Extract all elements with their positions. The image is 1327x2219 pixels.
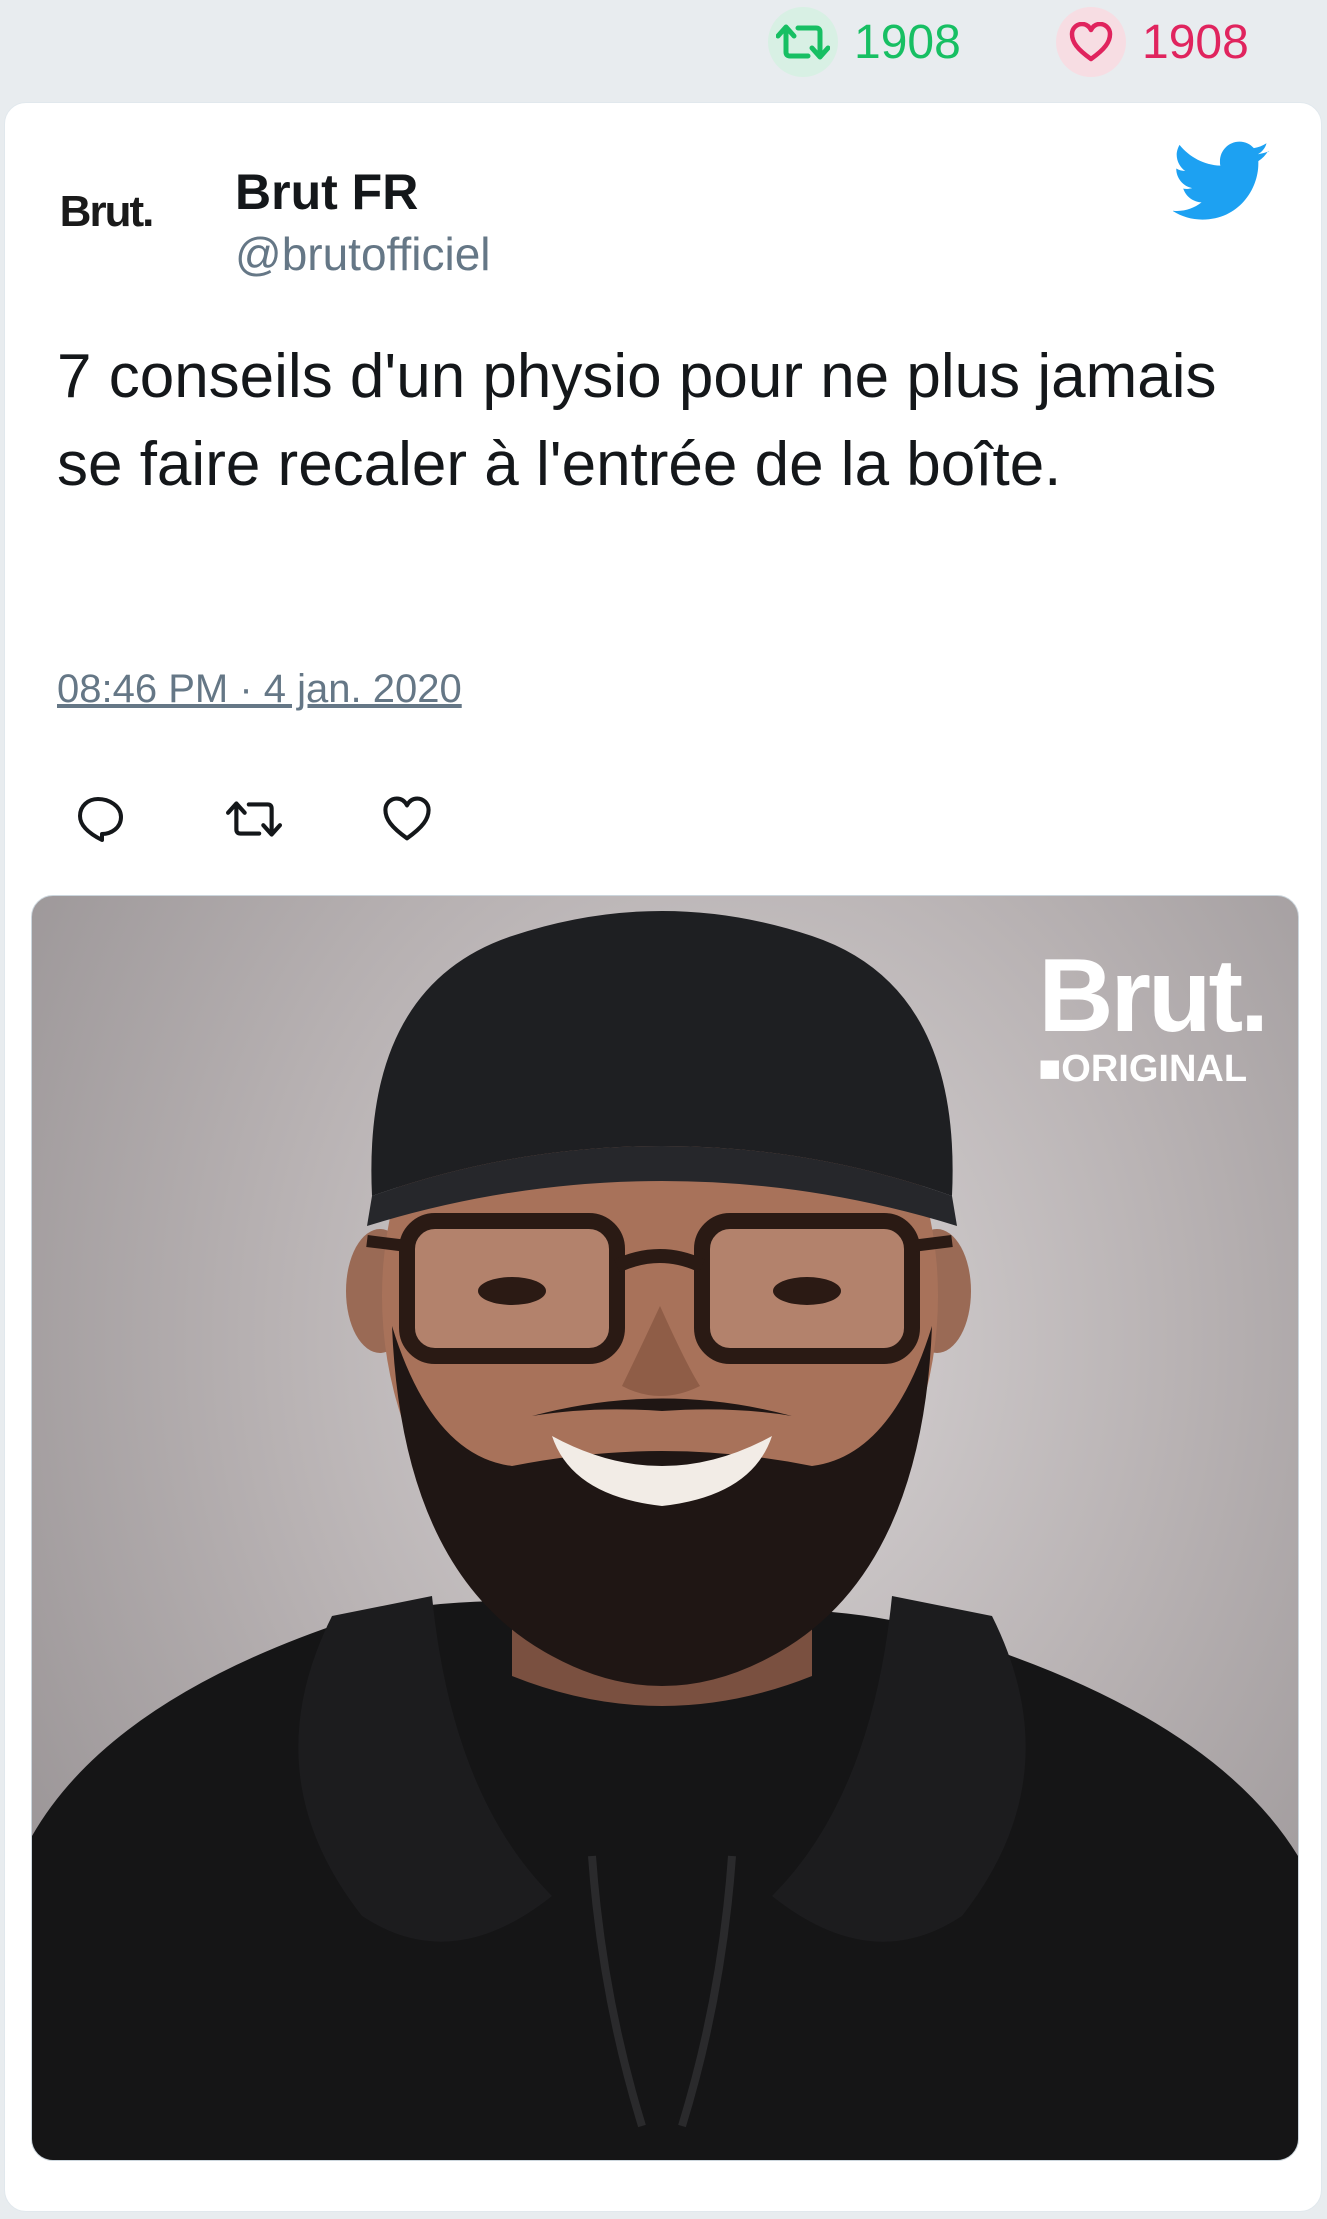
like-button[interactable] xyxy=(377,789,437,849)
heart-icon xyxy=(383,796,431,841)
author-display-name[interactable]: Brut FR xyxy=(235,163,418,221)
like-count: 1908 xyxy=(1142,15,1249,69)
brut-original-watermark: Brut. ■ORIGINAL xyxy=(1038,938,1269,1091)
retweet-stat[interactable]: 1908 xyxy=(768,6,961,78)
tweet-card: Brut. Brut FR @brutofficiel 7 conseils d… xyxy=(4,102,1322,2212)
retweet-count: 1908 xyxy=(854,15,961,69)
heart-icon xyxy=(1056,7,1126,77)
retweet-icon xyxy=(768,7,838,77)
retweet-icon xyxy=(226,801,282,837)
previous-tweet-stats: 1908 1908 xyxy=(0,0,1327,100)
avatar[interactable]: Brut. xyxy=(51,157,161,267)
retweet-button[interactable] xyxy=(224,789,284,849)
watermark-main-text: Brut. xyxy=(1038,938,1269,1054)
tweet-text: 7 conseils d'un physio pour ne plus jama… xyxy=(57,342,1217,499)
tweet-timestamp[interactable]: 08:46 PM · 4 jan. 2020 xyxy=(57,667,462,712)
watermark-sub-text: ■ORIGINAL xyxy=(1038,1048,1248,1090)
tweet-media[interactable]: Brut. ■ORIGINAL xyxy=(31,895,1299,2161)
author-handle[interactable]: @brutofficiel xyxy=(235,227,491,281)
avatar-logo: Brut. xyxy=(59,187,155,236)
like-stat[interactable]: 1908 xyxy=(1056,6,1249,78)
reply-button[interactable] xyxy=(71,789,131,849)
twitter-bird-icon[interactable] xyxy=(1173,141,1271,223)
reply-icon xyxy=(78,797,123,842)
